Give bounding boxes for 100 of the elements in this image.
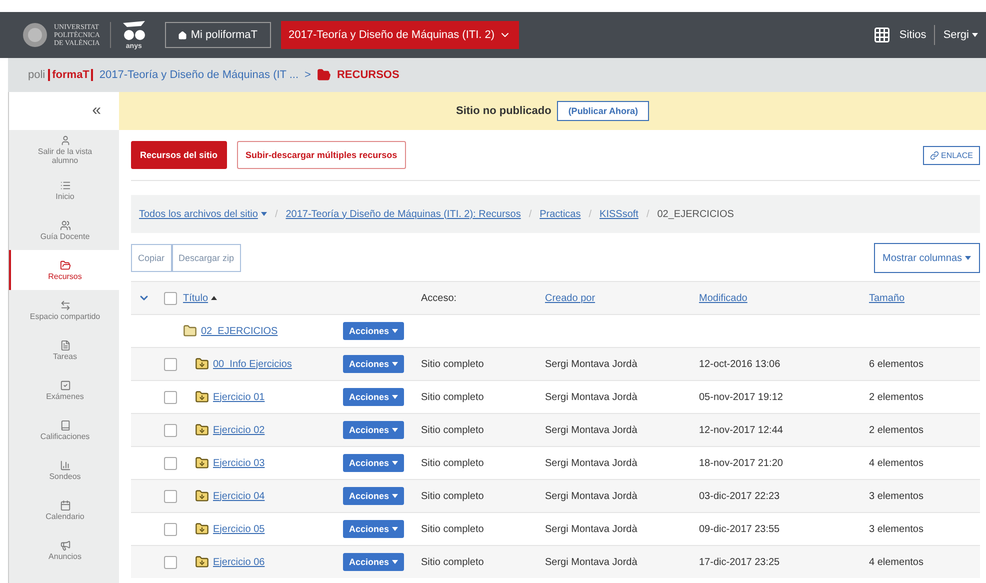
path-separator: / xyxy=(646,208,650,220)
table-cell-text: Sergi Montava Jordà xyxy=(545,524,638,534)
folder-icon xyxy=(195,390,209,404)
table-cell-text: 2 elementos xyxy=(869,392,924,402)
tab[interactable]: Subir-descargar múltiples recursos xyxy=(236,141,406,169)
table-cell-text: 2 elementos xyxy=(869,424,924,436)
actions-button[interactable]: Acciones xyxy=(343,421,404,439)
row-checkbox[interactable] xyxy=(164,556,176,568)
row-checkbox[interactable] xyxy=(164,522,176,536)
caret-icon xyxy=(392,329,398,333)
sidebar-item[interactable]: Calendario xyxy=(9,490,119,530)
megaphone-icon xyxy=(60,540,70,550)
folder-link[interactable]: 02_EJERCICIOS xyxy=(201,326,278,336)
link-button[interactable]: ENLACE xyxy=(922,146,980,164)
publish-button[interactable]: (Publicar Ahora) xyxy=(557,101,649,121)
action-button[interactable]: Descargar zip xyxy=(172,244,242,272)
caret-icon xyxy=(392,395,398,399)
table-cell-text: Sitio completo xyxy=(421,556,485,568)
actions-button[interactable]: Acciones xyxy=(343,355,404,373)
actions-button[interactable]: Acciones xyxy=(343,388,404,406)
select-all-checkbox[interactable] xyxy=(164,292,176,304)
table-cell-text: 09-dic-2017 23:55 xyxy=(699,524,781,534)
actions-button[interactable]: Acciones xyxy=(343,553,404,571)
folder-icon xyxy=(195,456,209,470)
banner-text: Sitio no publicado xyxy=(456,105,552,117)
sidebar-item[interactable]: Guía Docente xyxy=(9,210,119,250)
folder-icon xyxy=(195,423,209,437)
book-icon xyxy=(60,420,70,430)
sidebar-item[interactable]: Recursos xyxy=(9,250,119,290)
table-cell-text: Sitio completo xyxy=(421,490,485,502)
row-checkbox[interactable] xyxy=(164,490,176,502)
caret-icon xyxy=(392,461,398,465)
sidebar-item[interactable]: Exámenes xyxy=(9,370,119,410)
poliformat-logo[interactable]: poli formaT xyxy=(28,69,94,81)
caret-icon xyxy=(392,527,398,531)
actions-button[interactable]: Acciones xyxy=(343,454,404,472)
sites-link[interactable]: Sitios xyxy=(899,29,926,41)
table-cell-text: 18-nov-2017 21:20 xyxy=(699,458,784,468)
actions-button[interactable]: Acciones xyxy=(343,322,404,340)
table-cell-text: 03-dic-2017 22:23 xyxy=(699,490,781,502)
table-cell-text: Sitio completo xyxy=(421,358,485,370)
calendar-icon xyxy=(60,500,70,510)
folder-link[interactable]: Ejercicio 02 xyxy=(213,424,265,436)
caret-icon xyxy=(260,212,267,216)
arrows-icon xyxy=(60,300,70,310)
action-button[interactable]: Copiar xyxy=(131,244,172,272)
columns-button[interactable]: Mostrar columnas xyxy=(874,243,980,273)
table-cell-text: 6 elementos xyxy=(869,358,924,370)
home-button[interactable]: Mi poliformaT xyxy=(164,22,271,48)
person-icon xyxy=(60,135,70,146)
actions-button[interactable]: Acciones xyxy=(343,487,404,505)
actions-button[interactable]: Acciones xyxy=(343,520,404,538)
table-cell-text: Sitio completo xyxy=(421,524,485,534)
row-checkbox[interactable] xyxy=(164,424,176,436)
user-menu[interactable]: Sergi xyxy=(943,29,978,41)
table-cell-text: Sergi Montava Jordà xyxy=(545,392,638,402)
folder-link[interactable]: Ejercicio 05 xyxy=(213,524,265,534)
folder-link[interactable]: Ejercicio 01 xyxy=(213,392,265,402)
collapse-button[interactable]: « xyxy=(9,92,119,130)
row-checkbox[interactable] xyxy=(164,390,176,404)
path-separator: / xyxy=(274,208,278,220)
folder-icon xyxy=(195,357,209,371)
bar-chart-icon xyxy=(60,460,70,470)
table-cell-text: Sergi Montava Jordà xyxy=(545,458,638,468)
folder-link[interactable]: 00_Info Ejercicios xyxy=(213,358,292,370)
row-checkbox[interactable] xyxy=(164,456,176,470)
caret-icon xyxy=(392,428,398,432)
folder-icon xyxy=(183,324,197,338)
sidebar-item[interactable]: Anuncios xyxy=(9,530,119,570)
caret-icon xyxy=(392,362,398,366)
folder-link[interactable]: Ejercicio 06 xyxy=(213,556,265,568)
path-separator: / xyxy=(588,208,592,220)
sidebar-item[interactable]: Sondeos xyxy=(9,450,119,490)
column-header[interactable]: Título xyxy=(183,292,208,304)
path-link[interactable]: Todos los archivos del sitio xyxy=(139,208,258,220)
folder-link[interactable]: Ejercicio 03 xyxy=(213,458,265,468)
table-cell-text: Sergi Montava Jordà xyxy=(545,424,638,436)
path-link[interactable]: 2017-Teoría y Diseño de Máquinas (ITI. 2): Recursos xyxy=(286,208,521,220)
table-cell-text: Sitio completo xyxy=(421,424,485,436)
link-icon xyxy=(930,150,939,160)
column-header[interactable]: Creado por xyxy=(545,292,699,304)
folder-link[interactable]: Ejercicio 04 xyxy=(213,490,265,502)
table-cell-text: 3 elementos xyxy=(869,524,924,534)
path-link[interactable]: Practicas xyxy=(540,208,581,220)
column-header[interactable]: Tamaño xyxy=(869,292,980,304)
path-current: 02_EJERCICIOS xyxy=(657,208,734,220)
sidebar-item[interactable]: Inicio xyxy=(9,170,119,210)
grid-icon[interactable] xyxy=(873,26,892,44)
folder-icon xyxy=(195,489,209,503)
sidebar-item[interactable]: Espacio compartido xyxy=(9,290,119,330)
sidebar-item[interactable]: Tareas xyxy=(9,330,119,370)
course-link[interactable]: 2017-Teoría y Diseño de Máquinas (IT ... xyxy=(99,69,299,81)
sidebar-item[interactable]: Calificaciones xyxy=(9,410,119,450)
table-cell-text: 12-nov-2017 12:44 xyxy=(699,424,784,436)
site-button[interactable]: 2017-Teoría y Diseño de Máquinas (ITI. 2) xyxy=(280,21,519,49)
row-checkbox[interactable] xyxy=(164,358,176,370)
path-link[interactable]: KISSsoft xyxy=(600,208,638,220)
column-header[interactable]: Modificado xyxy=(699,292,869,304)
tab[interactable]: Recursos del sitio xyxy=(131,141,227,169)
sidebar-item[interactable]: Salir de la vista alumno xyxy=(9,130,119,170)
